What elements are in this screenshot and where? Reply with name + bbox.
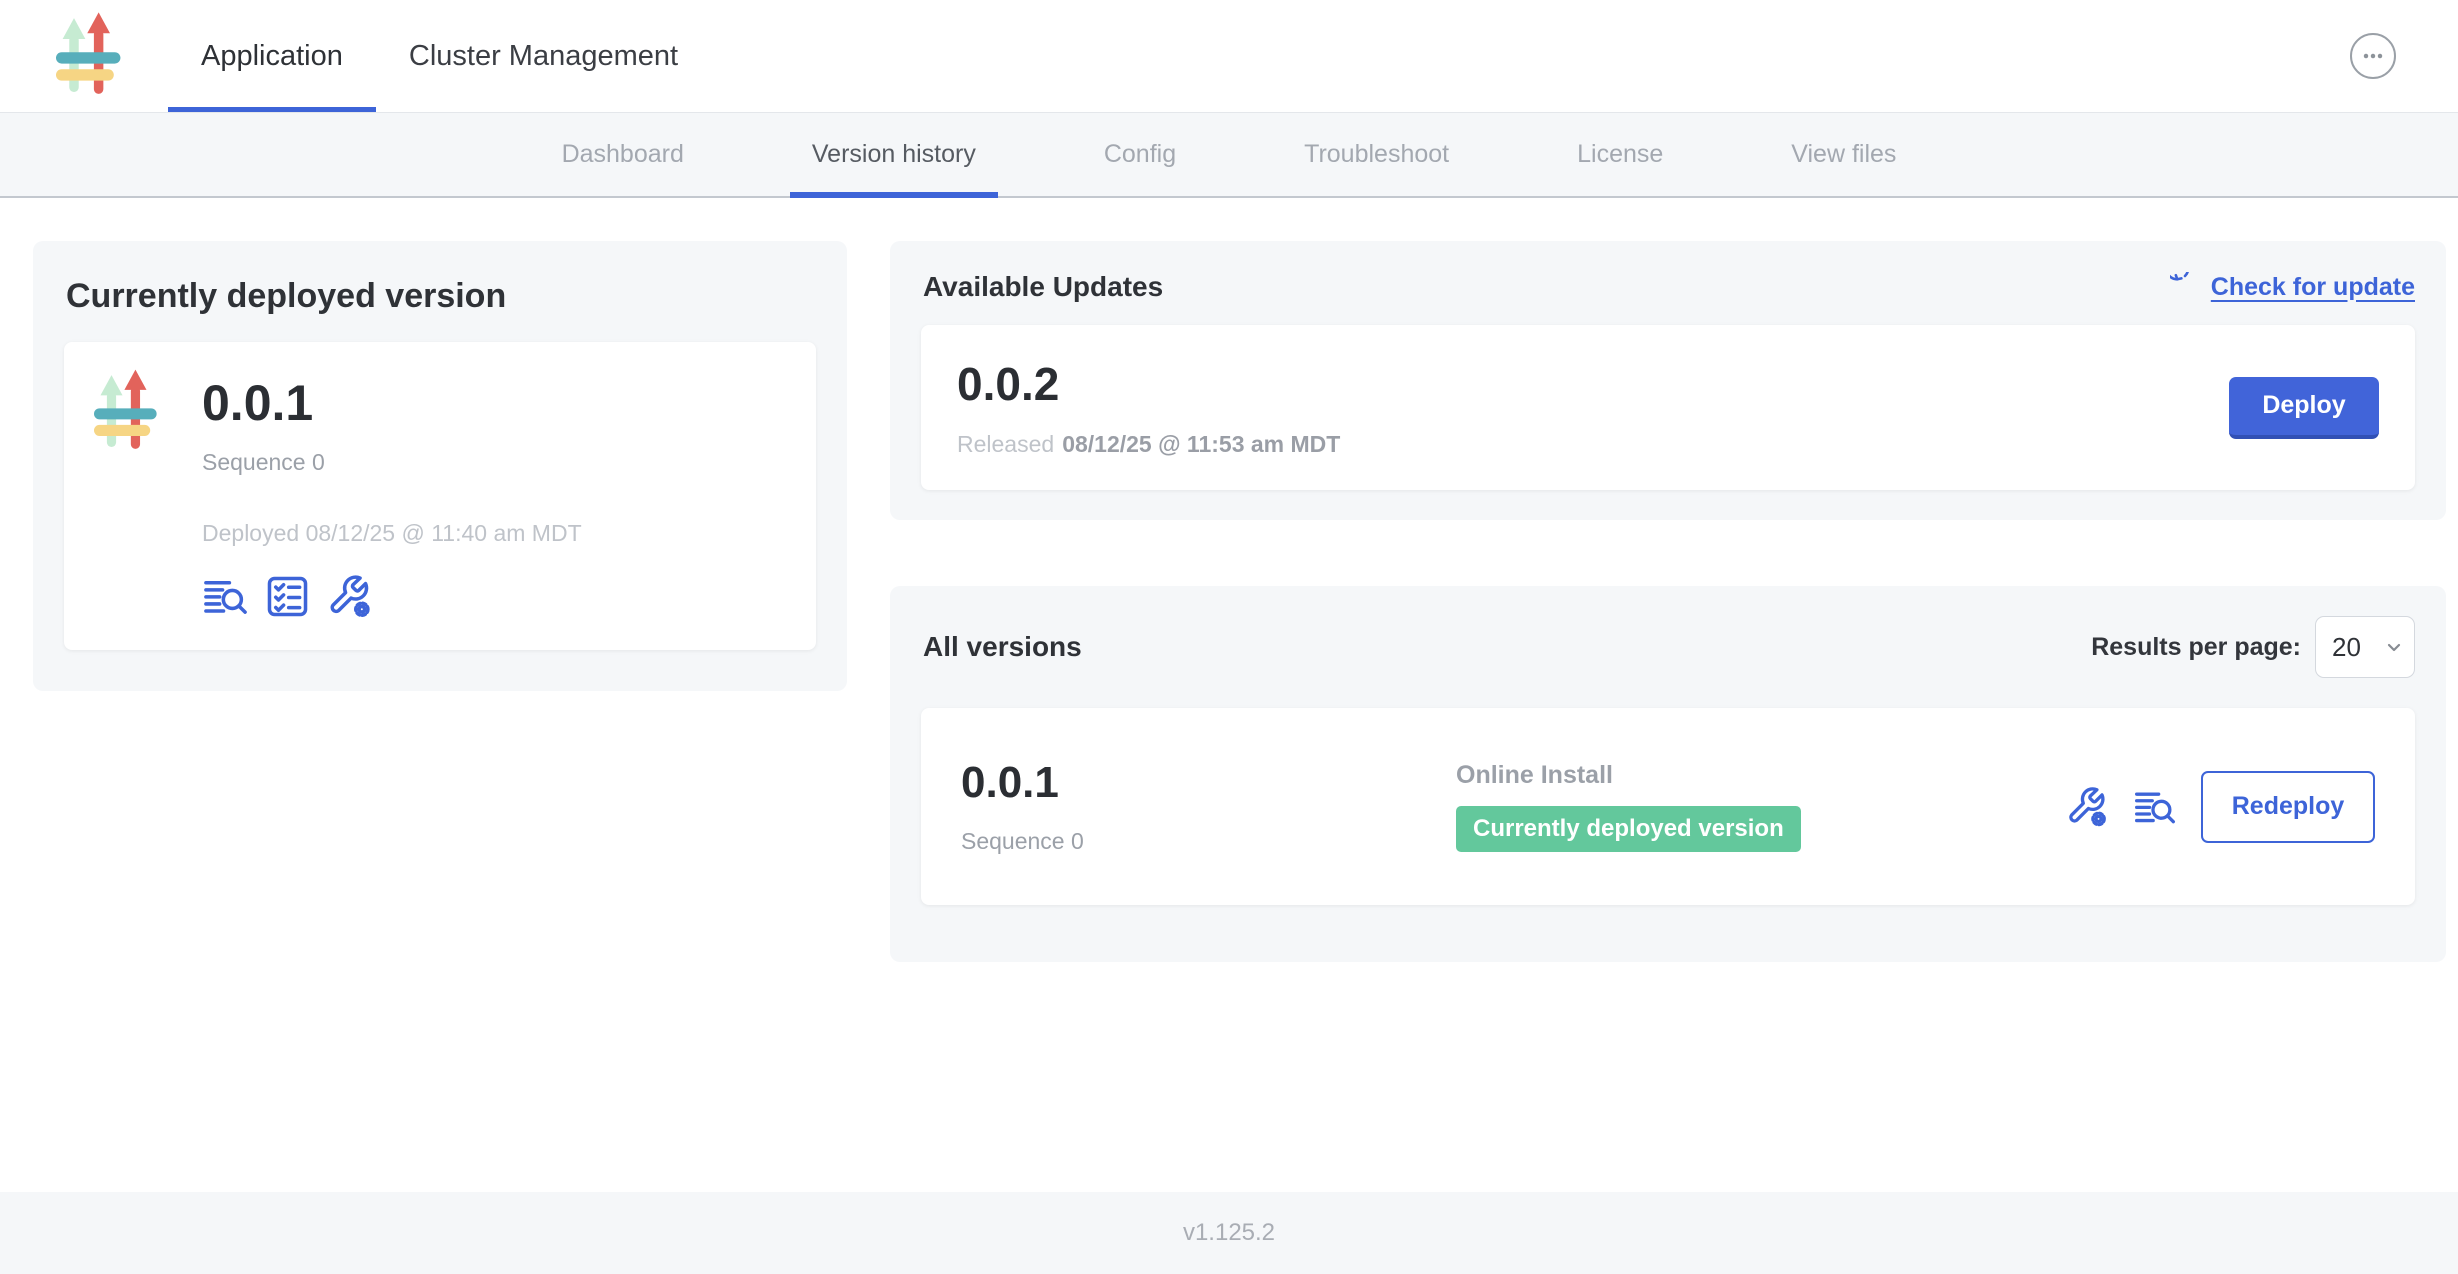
app-footer: v1.125.2 xyxy=(0,1192,2458,1274)
deployed-sequence-label: Sequence 0 xyxy=(202,449,582,476)
currently-deployed-badge: Currently deployed version xyxy=(1456,806,1801,852)
version-row: 0.0.1 Sequence 0 Online Install Currentl… xyxy=(921,708,2415,905)
refresh-icon xyxy=(2170,272,2200,302)
install-type-label: Online Install xyxy=(1456,761,2065,790)
deployed-version-number: 0.0.1 xyxy=(202,376,582,431)
available-updates-title: Available Updates xyxy=(921,271,1163,303)
tab-version-history[interactable]: Version history xyxy=(748,113,1040,196)
check-for-update-label: Check for update xyxy=(2211,273,2415,302)
admin-console: Application Cluster Management Dashboard… xyxy=(0,0,2458,1274)
preflight-checks-icon[interactable] xyxy=(264,573,311,620)
update-row: 0.0.2 Released 08/12/25 @ 11:53 am MDT De… xyxy=(921,325,2415,490)
app-subnav: Dashboard Version history Config Trouble… xyxy=(0,113,2458,198)
results-per-page-select[interactable]: 20 xyxy=(2315,616,2415,678)
tab-troubleshoot[interactable]: Troubleshoot xyxy=(1240,113,1513,196)
deployed-version-tile: 0.0.1 Sequence 0 Deployed 08/12/25 @ 11:… xyxy=(64,342,816,650)
overflow-menu-button[interactable] xyxy=(2350,33,2396,79)
check-for-update-link[interactable]: Check for update xyxy=(2170,272,2415,302)
all-versions-card: All versions Results per page: 20 xyxy=(890,586,2446,962)
app-header: Application Cluster Management xyxy=(0,0,2458,113)
ellipsis-icon xyxy=(2359,42,2387,70)
console-version-label: v1.125.2 xyxy=(1183,1219,1275,1247)
config-icon[interactable] xyxy=(2065,785,2109,829)
app-logo-icon xyxy=(56,12,128,100)
available-updates-card: Available Updates Check for update 0.0.2… xyxy=(890,241,2446,520)
results-per-page-label: Results per page: xyxy=(2091,633,2301,662)
deployed-timestamp: Deployed 08/12/25 @ 11:40 am MDT xyxy=(202,520,582,547)
tab-license[interactable]: License xyxy=(1513,113,1727,196)
tab-application[interactable]: Application xyxy=(168,0,376,112)
currently-deployed-card: Currently deployed version 0.0.1 Sequenc… xyxy=(33,241,847,691)
main-content: Currently deployed version 0.0.1 Sequenc… xyxy=(0,198,2458,1192)
tab-dashboard[interactable]: Dashboard xyxy=(498,113,748,196)
tab-view-files[interactable]: View files xyxy=(1727,113,1960,196)
header-tabs: Application Cluster Management xyxy=(168,0,711,112)
deploy-button[interactable]: Deploy xyxy=(2229,377,2379,439)
currently-deployed-title: Currently deployed version xyxy=(66,277,816,316)
release-notes-icon[interactable] xyxy=(2133,785,2177,829)
update-version-number: 0.0.2 xyxy=(957,357,1340,411)
tab-cluster-management[interactable]: Cluster Management xyxy=(376,0,711,112)
release-notes-icon[interactable] xyxy=(202,573,249,620)
config-icon[interactable] xyxy=(326,573,373,620)
row-version-number: 0.0.1 xyxy=(961,758,1456,808)
released-timestamp: 08/12/25 @ 11:53 am MDT xyxy=(1062,431,1340,457)
row-sequence-label: Sequence 0 xyxy=(961,828,1456,855)
released-prefix: Released xyxy=(957,431,1054,457)
redeploy-button[interactable]: Redeploy xyxy=(2201,771,2375,843)
tab-config[interactable]: Config xyxy=(1040,113,1240,196)
app-logo-icon xyxy=(94,368,164,456)
all-versions-title: All versions xyxy=(921,631,1082,663)
